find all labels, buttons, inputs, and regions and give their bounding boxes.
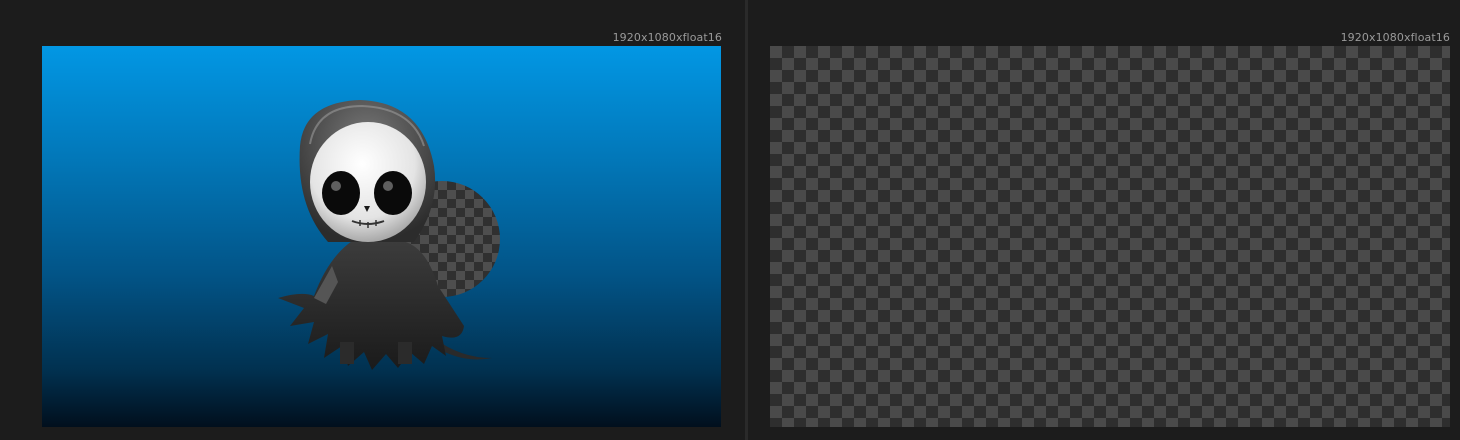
right-resolution-label: 1920x1080xfloat16 <box>1340 31 1450 44</box>
left-viewer-image[interactable] <box>42 46 721 427</box>
left-resolution-label: 1920x1080xfloat16 <box>612 31 722 44</box>
left-viewer-panel: 1920x1080xfloat16 <box>0 0 745 440</box>
sphere-render <box>1113 186 1227 300</box>
right-viewer-panel: 1920x1080xfloat16 <box>748 0 1460 440</box>
composite-image <box>278 100 500 370</box>
right-viewer-image[interactable] <box>770 46 1450 427</box>
alpha-preview-image <box>770 46 1450 427</box>
